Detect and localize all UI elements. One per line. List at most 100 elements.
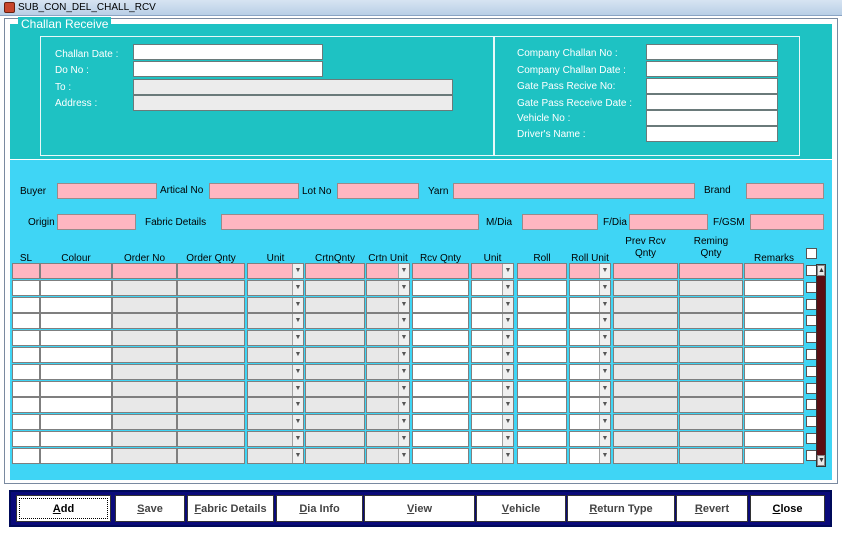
f-gsm-field[interactable] — [750, 214, 824, 230]
grid-scrollbar[interactable]: ▲ ▼ — [816, 264, 826, 467]
grid-cell[interactable] — [40, 330, 112, 347]
do-no-field[interactable] — [133, 61, 323, 77]
unit-dropdown[interactable]: ▼ — [569, 447, 611, 464]
grid-cell[interactable] — [305, 363, 365, 380]
unit-dropdown[interactable]: ▼ — [569, 397, 611, 414]
gate-pass-receive-date-field[interactable] — [646, 94, 778, 110]
grid-cell[interactable] — [517, 347, 567, 363]
company-challan-date-field[interactable] — [646, 61, 778, 77]
grid-cell[interactable] — [112, 363, 177, 380]
grid-cell[interactable] — [613, 363, 678, 380]
chevron-down-icon[interactable]: ▼ — [599, 348, 610, 362]
grid-cell[interactable] — [744, 279, 804, 296]
unit-dropdown[interactable]: ▼ — [471, 279, 514, 296]
unit-dropdown[interactable]: ▼ — [471, 313, 514, 330]
unit-dropdown[interactable]: ▼ — [569, 414, 611, 431]
unit-dropdown[interactable]: ▼ — [471, 330, 514, 347]
grid-cell[interactable] — [177, 447, 245, 464]
chevron-down-icon[interactable]: ▼ — [502, 314, 513, 329]
chevron-down-icon[interactable]: ▼ — [398, 314, 409, 329]
grid-cell[interactable] — [744, 330, 804, 347]
grid-cell[interactable] — [305, 414, 365, 431]
f-dia-field[interactable] — [629, 214, 708, 230]
grid-cell[interactable] — [12, 380, 40, 397]
grid-cell[interactable] — [613, 313, 678, 330]
unit-dropdown[interactable]: ▼ — [366, 263, 410, 279]
unit-dropdown[interactable]: ▼ — [569, 347, 611, 363]
grid-cell[interactable] — [412, 347, 469, 363]
chevron-down-icon[interactable]: ▼ — [398, 297, 409, 312]
select-all-checkbox[interactable] — [806, 248, 817, 259]
grid-cell[interactable] — [613, 447, 678, 464]
chevron-down-icon[interactable]: ▼ — [599, 381, 610, 396]
vehicle-button[interactable]: Vehicle — [476, 495, 566, 522]
artical-no-field[interactable] — [209, 183, 299, 199]
yarn-field[interactable] — [453, 183, 695, 199]
grid-cell[interactable] — [517, 397, 567, 414]
grid-cell[interactable] — [112, 330, 177, 347]
unit-dropdown[interactable]: ▼ — [247, 296, 304, 313]
unit-dropdown[interactable]: ▼ — [366, 279, 410, 296]
grid-cell[interactable] — [613, 414, 678, 431]
grid-cell[interactable] — [305, 380, 365, 397]
grid-cell[interactable] — [40, 296, 112, 313]
grid-cell[interactable] — [412, 397, 469, 414]
chevron-down-icon[interactable]: ▼ — [398, 364, 409, 379]
chevron-down-icon[interactable]: ▼ — [398, 448, 409, 463]
grid-cell[interactable] — [412, 363, 469, 380]
grid-cell[interactable] — [112, 313, 177, 330]
grid-cell[interactable] — [744, 414, 804, 431]
unit-dropdown[interactable]: ▼ — [471, 447, 514, 464]
grid-cell[interactable] — [40, 313, 112, 330]
grid-cell[interactable] — [412, 313, 469, 330]
chevron-down-icon[interactable]: ▼ — [398, 280, 409, 295]
grid-cell[interactable] — [177, 313, 245, 330]
grid-cell[interactable] — [517, 431, 567, 447]
unit-dropdown[interactable]: ▼ — [569, 263, 611, 279]
grid-cell[interactable] — [12, 263, 40, 279]
grid-cell[interactable] — [679, 347, 743, 363]
chevron-down-icon[interactable]: ▼ — [502, 331, 513, 346]
chevron-down-icon[interactable]: ▼ — [398, 381, 409, 396]
chevron-down-icon[interactable]: ▼ — [292, 348, 303, 362]
grid-cell[interactable] — [12, 414, 40, 431]
grid-cell[interactable] — [112, 447, 177, 464]
unit-dropdown[interactable]: ▼ — [569, 363, 611, 380]
grid-cell[interactable] — [305, 296, 365, 313]
grid-cell[interactable] — [112, 263, 177, 279]
grid-cell[interactable] — [517, 363, 567, 380]
grid-cell[interactable] — [412, 447, 469, 464]
grid-cell[interactable] — [12, 279, 40, 296]
unit-dropdown[interactable]: ▼ — [366, 330, 410, 347]
unit-dropdown[interactable]: ▼ — [471, 347, 514, 363]
unit-dropdown[interactable]: ▼ — [569, 431, 611, 447]
scroll-down-icon[interactable]: ▼ — [817, 455, 825, 466]
chevron-down-icon[interactable]: ▼ — [502, 264, 513, 278]
unit-dropdown[interactable]: ▼ — [471, 414, 514, 431]
chevron-down-icon[interactable]: ▼ — [398, 398, 409, 413]
revert-button[interactable]: Revert — [676, 495, 748, 522]
grid-cell[interactable] — [412, 279, 469, 296]
unit-dropdown[interactable]: ▼ — [247, 363, 304, 380]
chevron-down-icon[interactable]: ▼ — [292, 448, 303, 463]
grid-cell[interactable] — [112, 279, 177, 296]
close-button[interactable]: Close — [750, 495, 825, 522]
chevron-down-icon[interactable]: ▼ — [599, 297, 610, 312]
chevron-down-icon[interactable]: ▼ — [502, 448, 513, 463]
grid-cell[interactable] — [305, 330, 365, 347]
grid-cell[interactable] — [12, 313, 40, 330]
grid-cell[interactable] — [412, 431, 469, 447]
grid-cell[interactable] — [613, 380, 678, 397]
grid-cell[interactable] — [305, 347, 365, 363]
grid-cell[interactable] — [305, 279, 365, 296]
grid-cell[interactable] — [613, 330, 678, 347]
grid-cell[interactable] — [679, 263, 743, 279]
unit-dropdown[interactable]: ▼ — [247, 313, 304, 330]
add-button[interactable]: Add — [16, 495, 111, 522]
return-type-button[interactable]: Return Type — [567, 495, 675, 522]
chevron-down-icon[interactable]: ▼ — [398, 415, 409, 430]
grid-cell[interactable] — [679, 363, 743, 380]
chevron-down-icon[interactable]: ▼ — [502, 398, 513, 413]
buyer-field[interactable] — [57, 183, 157, 199]
grid-cell[interactable] — [12, 431, 40, 447]
